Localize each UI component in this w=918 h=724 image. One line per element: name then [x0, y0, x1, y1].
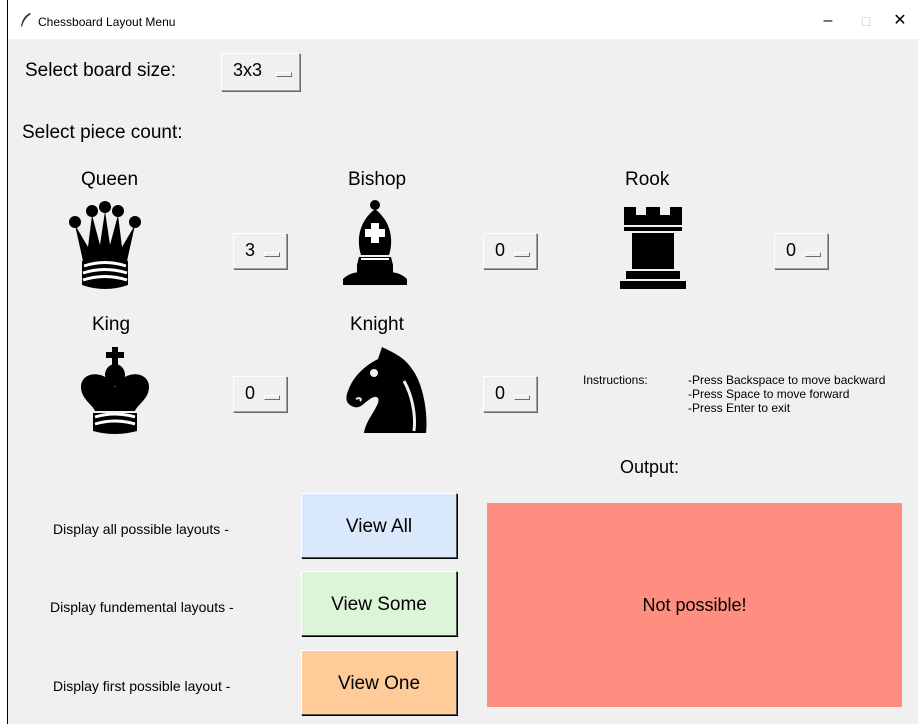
dropdown-indicator-icon	[805, 252, 821, 257]
rook-count-value: 0	[786, 240, 797, 260]
view-all-description: Display all possible layouts -	[53, 521, 229, 537]
view-some-description: Display fundemental layouts -	[50, 599, 234, 615]
piece-count-label: Select piece count:	[22, 122, 183, 143]
king-count-dropdown[interactable]: 0	[233, 376, 287, 412]
bishop-label: Bishop	[348, 169, 407, 190]
view-one-button[interactable]: View One	[301, 650, 457, 715]
king-icon	[81, 347, 149, 434]
feather-icon	[21, 13, 31, 27]
dropdown-indicator-icon	[264, 252, 280, 257]
minimize-button[interactable]: –	[808, 8, 848, 34]
dropdown-indicator-icon	[514, 252, 530, 257]
bishop-icon	[343, 200, 407, 285]
queen-icon	[69, 201, 141, 289]
king-count-value: 0	[245, 383, 256, 403]
queen-count-value: 3	[245, 240, 256, 260]
view-some-button[interactable]: View Some	[301, 571, 457, 636]
instruction-line: -Press Backspace to move backward	[688, 373, 886, 387]
queen-label: Queen	[81, 169, 139, 190]
close-button[interactable]: ✕	[880, 8, 918, 34]
queen-count-dropdown[interactable]: 3	[233, 233, 287, 269]
knight-icon	[346, 347, 427, 433]
rook-label: Rook	[625, 169, 670, 190]
instructions-label: Instructions:	[583, 373, 648, 387]
rook-count-dropdown[interactable]: 0	[774, 233, 828, 269]
main-window: Select board size: 3x3 Select piece coun…	[8, 39, 918, 724]
dropdown-indicator-icon	[264, 395, 280, 400]
rook-icon	[620, 207, 686, 289]
bishop-count-value: 0	[495, 240, 506, 260]
view-all-button[interactable]: View All	[301, 493, 457, 558]
board-size-value: 3x3	[233, 60, 263, 80]
bishop-count-dropdown[interactable]: 0	[483, 233, 537, 269]
title-bar: Chessboard Layout Menu – □ ✕	[8, 0, 918, 39]
dropdown-indicator-icon	[276, 72, 292, 77]
knight-count-value: 0	[495, 383, 506, 403]
instruction-line: -Press Space to move forward	[688, 387, 850, 401]
dropdown-indicator-icon	[514, 395, 530, 400]
knight-count-dropdown[interactable]: 0	[483, 376, 537, 412]
board-size-label: Select board size:	[25, 60, 177, 81]
king-label: King	[92, 314, 131, 335]
output-label: Output:	[620, 457, 680, 477]
output-display: Not possible!	[487, 503, 902, 707]
instruction-line: -Press Enter to exit	[688, 401, 791, 415]
view-one-description: Display first possible layout -	[53, 678, 231, 694]
knight-label: Knight	[350, 314, 404, 335]
window-title: Chessboard Layout Menu	[38, 15, 176, 29]
board-size-dropdown[interactable]: 3x3	[221, 53, 300, 91]
